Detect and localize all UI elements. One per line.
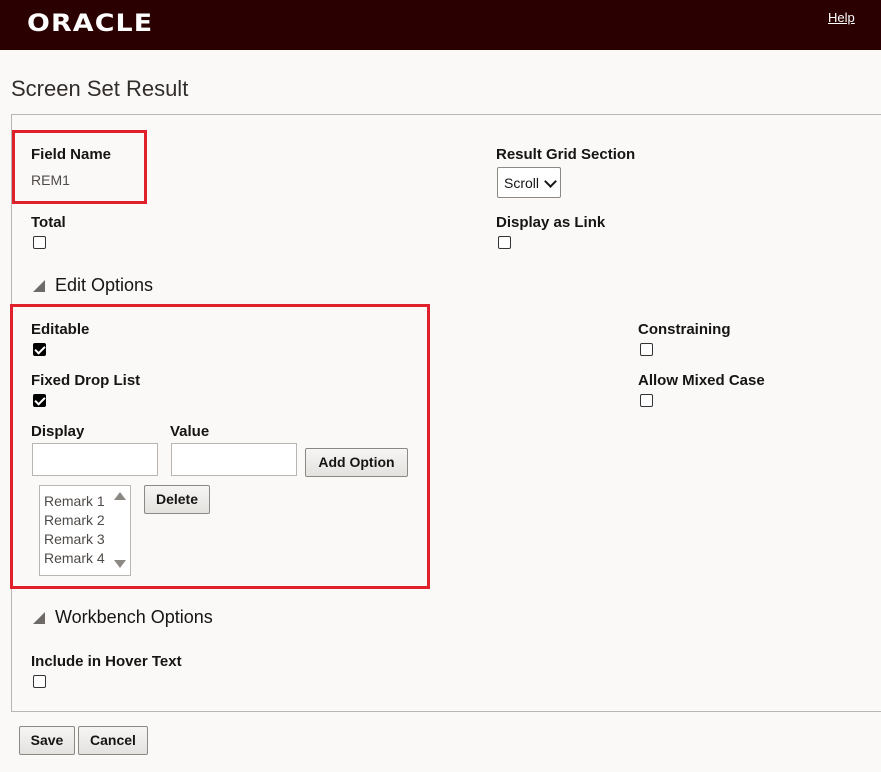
field-name-label: Field Name bbox=[31, 146, 112, 163]
field-name-value: REM1 bbox=[31, 172, 70, 188]
workbench-options-heading[interactable]: Workbench Options bbox=[55, 607, 213, 628]
triangle-expanded-icon[interactable] bbox=[33, 280, 45, 292]
save-button[interactable]: Save bbox=[19, 726, 75, 755]
result-grid-section-label: Result Grid Section bbox=[496, 146, 636, 163]
edit-options-heading[interactable]: Edit Options bbox=[55, 275, 153, 296]
total-label: Total bbox=[31, 214, 66, 231]
add-option-button[interactable]: Add Option bbox=[305, 448, 408, 477]
page-title: Screen Set Result bbox=[11, 76, 189, 101]
list-item[interactable]: Remark 2 bbox=[44, 512, 105, 528]
help-link[interactable]: Help bbox=[828, 10, 855, 25]
header-bar: ORACLE Help bbox=[0, 0, 881, 50]
scroll-down-icon[interactable] bbox=[114, 560, 126, 568]
total-checkbox[interactable] bbox=[33, 236, 46, 249]
display-input[interactable] bbox=[32, 443, 158, 476]
display-label: Display bbox=[31, 423, 85, 440]
constraining-checkbox[interactable] bbox=[640, 343, 653, 356]
editable-label: Editable bbox=[31, 321, 90, 338]
include-in-hover-text-checkbox[interactable] bbox=[33, 675, 46, 688]
include-in-hover-text-label: Include in Hover Text bbox=[31, 653, 182, 670]
display-as-link-checkbox[interactable] bbox=[498, 236, 511, 249]
highlight-field-name bbox=[12, 130, 147, 204]
constraining-label: Constraining bbox=[638, 321, 731, 338]
list-item[interactable]: Remark 4 bbox=[44, 550, 105, 566]
chevron-down-icon bbox=[544, 175, 557, 188]
options-listbox[interactable]: Remark 1 Remark 2 Remark 3 Remark 4 bbox=[39, 485, 131, 576]
allow-mixed-case-label: Allow Mixed Case bbox=[638, 372, 765, 389]
list-item[interactable]: Remark 3 bbox=[44, 531, 105, 547]
fixed-drop-list-checkbox[interactable] bbox=[33, 394, 46, 407]
list-item[interactable]: Remark 1 bbox=[44, 493, 105, 509]
oracle-logo: ORACLE bbox=[27, 9, 154, 37]
result-grid-section-value: Scroll bbox=[504, 175, 540, 191]
fixed-drop-list-label: Fixed Drop List bbox=[31, 372, 141, 389]
scroll-up-icon[interactable] bbox=[114, 492, 126, 500]
editable-checkbox[interactable] bbox=[33, 343, 46, 356]
result-grid-section-select[interactable]: Scroll bbox=[497, 167, 561, 198]
display-as-link-label: Display as Link bbox=[496, 214, 606, 231]
delete-button[interactable]: Delete bbox=[144, 485, 210, 514]
allow-mixed-case-checkbox[interactable] bbox=[640, 394, 653, 407]
cancel-button[interactable]: Cancel bbox=[78, 726, 148, 755]
value-label: Value bbox=[170, 423, 210, 440]
triangle-expanded-icon[interactable] bbox=[33, 612, 45, 624]
value-input[interactable] bbox=[171, 443, 297, 476]
